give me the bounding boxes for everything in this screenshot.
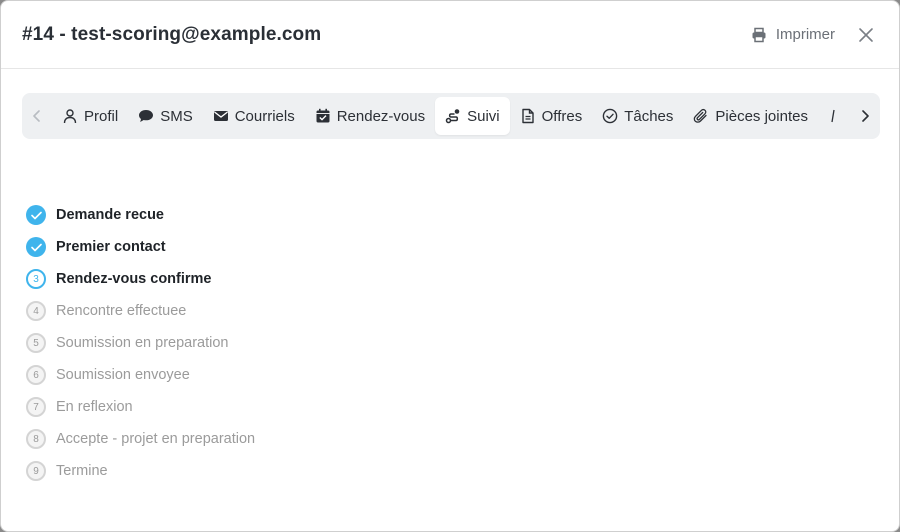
step-number: 3 bbox=[26, 269, 46, 289]
step-label: Soumission envoyee bbox=[56, 367, 190, 383]
printer-icon bbox=[752, 27, 766, 42]
paperclip-icon bbox=[694, 108, 708, 123]
tab-bar: Profil SMS Courriels Rendez-vous Suivi O… bbox=[22, 93, 880, 139]
step-item: 9 Termine bbox=[26, 455, 255, 487]
tab-profil[interactable]: Profil bbox=[52, 97, 128, 135]
lead-modal: #14 - test-scoring@example.com Imprimer bbox=[0, 0, 900, 532]
step-check-icon bbox=[26, 205, 46, 225]
step-check-icon bbox=[26, 237, 46, 257]
chevron-right-icon bbox=[862, 110, 869, 122]
tab-label: Suivi bbox=[467, 107, 500, 125]
document-icon bbox=[521, 108, 534, 124]
tab-rendez-vous[interactable]: Rendez-vous bbox=[305, 97, 435, 135]
modal-header: #14 - test-scoring@example.com Imprimer bbox=[1, 1, 899, 69]
tab-offres[interactable]: Offres bbox=[510, 97, 593, 135]
step-number: 4 bbox=[26, 301, 46, 321]
step-label: Rencontre effectuee bbox=[56, 303, 187, 319]
step-label: Premier contact bbox=[56, 239, 166, 255]
step-number: 8 bbox=[26, 429, 46, 449]
envelope-icon bbox=[213, 111, 228, 121]
calendar-icon bbox=[316, 108, 330, 123]
chat-bubble-icon bbox=[139, 110, 154, 122]
print-button[interactable]: Imprimer bbox=[751, 26, 835, 43]
step-label: Termine bbox=[56, 463, 108, 479]
close-icon bbox=[859, 27, 873, 42]
step-item: 8 Accepte - projet en preparation bbox=[26, 423, 255, 455]
tabs-scroll-left-button[interactable] bbox=[22, 93, 52, 139]
tabs-list: Profil SMS Courriels Rendez-vous Suivi O… bbox=[52, 93, 850, 139]
step-label: Accepte - projet en preparation bbox=[56, 431, 256, 447]
tab-label: Rendez-vous bbox=[336, 107, 426, 125]
step-item: 7 En reflexion bbox=[26, 391, 255, 423]
step-label: Soumission en preparation bbox=[56, 335, 229, 351]
step-number: 6 bbox=[26, 365, 46, 385]
tab-label: Pièces jointes bbox=[715, 107, 808, 125]
chevron-left-icon bbox=[33, 110, 40, 122]
step-item: 3 Rendez-vous confirme bbox=[26, 263, 255, 295]
step-item: 6 Soumission envoyee bbox=[26, 359, 255, 391]
tab-sms[interactable]: SMS bbox=[128, 97, 203, 135]
step-label: Demande recue bbox=[56, 207, 164, 223]
step-item: Premier contact bbox=[26, 231, 255, 263]
tab-label: Offres bbox=[541, 107, 583, 125]
list-icon bbox=[831, 109, 835, 123]
print-label: Imprimer bbox=[775, 26, 835, 43]
tab-more-partial[interactable] bbox=[818, 97, 844, 135]
step-label: Rendez-vous confirme bbox=[56, 271, 212, 287]
tab-courriels[interactable]: Courriels bbox=[203, 97, 305, 135]
modal-title: #14 - test-scoring@example.com bbox=[22, 23, 322, 45]
tab-pieces-jointes[interactable]: Pièces jointes bbox=[683, 97, 818, 135]
step-label: En reflexion bbox=[56, 399, 133, 415]
step-item: 5 Soumission en preparation bbox=[26, 327, 255, 359]
tab-suivi[interactable]: Suivi bbox=[435, 97, 510, 135]
tab-taches[interactable]: Tâches bbox=[592, 97, 683, 135]
check-circle-icon bbox=[602, 108, 618, 124]
route-icon bbox=[445, 109, 460, 124]
step-number: 9 bbox=[26, 461, 46, 481]
step-number: 7 bbox=[26, 397, 46, 417]
tab-label: Tâches bbox=[624, 107, 674, 125]
user-icon bbox=[63, 109, 77, 124]
tab-label: Profil bbox=[84, 107, 119, 125]
tab-label: Courriels bbox=[234, 107, 295, 125]
tabs-scroll-right-button[interactable] bbox=[850, 93, 880, 139]
step-item: 4 Rencontre effectuee bbox=[26, 295, 255, 327]
header-actions: Imprimer bbox=[751, 26, 875, 44]
close-button[interactable] bbox=[857, 26, 875, 44]
step-number: 5 bbox=[26, 333, 46, 353]
progress-steps: Demande recue Premier contact 3 Rendez-v… bbox=[26, 199, 255, 487]
tab-label: SMS bbox=[160, 107, 193, 125]
step-item: Demande recue bbox=[26, 199, 255, 231]
